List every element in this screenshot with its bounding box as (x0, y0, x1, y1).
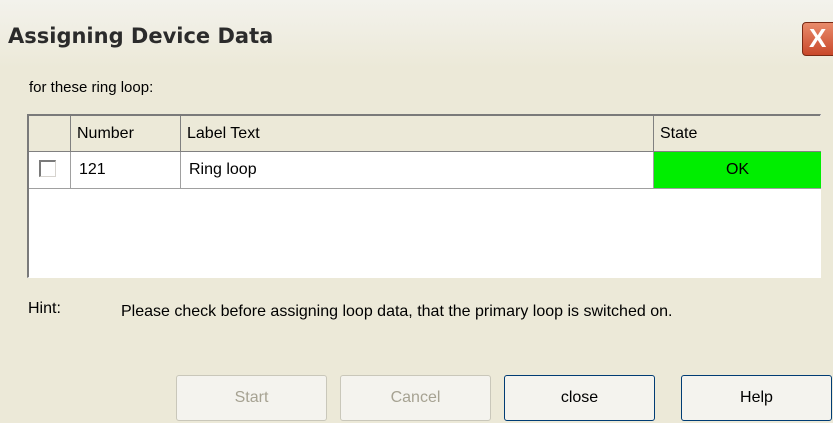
title-bar: Assigning Device Data X (0, 0, 833, 68)
column-header-select (29, 116, 71, 152)
row-checkbox[interactable] (39, 160, 56, 177)
column-header-number[interactable]: Number (71, 116, 181, 152)
ring-loop-table: Number Label Text State 121 Ring loop OK (27, 114, 821, 278)
start-button[interactable]: Start (176, 375, 327, 421)
column-header-label-text[interactable]: Label Text (181, 116, 654, 152)
cancel-button[interactable]: Cancel (340, 375, 491, 421)
hint-label: Hint: (28, 300, 61, 317)
column-header-state[interactable]: State (654, 116, 821, 152)
window-title: Assigning Device Data (8, 24, 274, 48)
cell-label-text: Ring loop (181, 152, 654, 189)
help-button[interactable]: Help (681, 375, 832, 421)
cell-number: 121 (71, 152, 181, 189)
cell-state-badge: OK (654, 152, 821, 189)
subtitle-label: for these ring loop: (29, 79, 154, 96)
close-button[interactable]: close (504, 375, 655, 421)
hint-text: Please check before assigning loop data,… (121, 303, 673, 320)
close-window-button[interactable]: X (802, 22, 833, 56)
